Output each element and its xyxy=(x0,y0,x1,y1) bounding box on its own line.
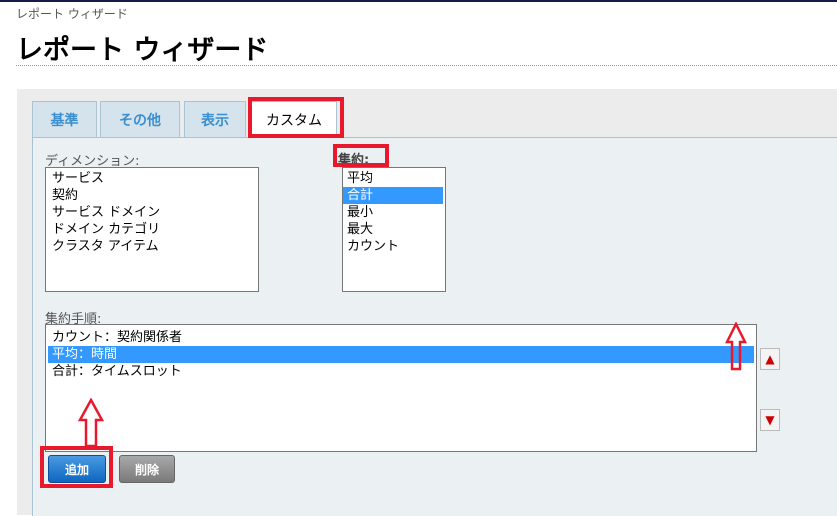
tab-criteria[interactable]: 基準 xyxy=(32,101,97,137)
divider xyxy=(16,65,837,66)
list-item[interactable]: カウント xyxy=(343,238,445,255)
list-item[interactable]: 最大 xyxy=(343,221,445,238)
annotation-arrow-icon xyxy=(724,322,748,371)
move-down-button[interactable]: ▼ xyxy=(760,409,780,431)
list-item-selected[interactable]: 平均：時間 xyxy=(48,346,754,363)
arrow-up-icon: ▲ xyxy=(765,352,775,366)
arrow-down-icon: ▼ xyxy=(765,413,775,427)
list-item[interactable]: 平均 xyxy=(343,170,445,187)
highlight-box xyxy=(40,446,113,488)
list-item[interactable]: サービス xyxy=(46,170,258,187)
list-item-selected[interactable]: 合計 xyxy=(343,187,443,204)
list-item[interactable]: クラスタ アイテム xyxy=(46,238,258,255)
breadcrumb: レポート ウィザード xyxy=(16,7,128,21)
highlight-box xyxy=(248,97,344,138)
highlight-box xyxy=(333,144,389,167)
aggregate-listbox[interactable]: 平均 合計 最小 最大 カウント xyxy=(342,167,446,292)
tab-other[interactable]: その他 xyxy=(100,101,180,137)
list-item[interactable]: ドメイン カテゴリ xyxy=(46,221,258,238)
annotation-arrow-icon xyxy=(77,398,105,448)
list-item[interactable]: サービス ドメイン xyxy=(46,204,258,221)
list-item[interactable]: 契約 xyxy=(46,187,258,204)
page-title: レポート ウィザード xyxy=(16,35,269,66)
procedure-listbox[interactable]: カウント：契約関係者 平均：時間 合計：タイムスロット xyxy=(45,324,757,452)
list-item[interactable]: 合計：タイムスロット xyxy=(48,363,754,380)
top-bar xyxy=(0,0,837,2)
dimension-listbox[interactable]: サービス 契約 サービス ドメイン ドメイン カテゴリ クラスタ アイテム xyxy=(45,167,259,292)
delete-button[interactable]: 削除 xyxy=(119,455,175,483)
tab-display[interactable]: 表示 xyxy=(184,101,246,137)
list-item[interactable]: 最小 xyxy=(343,204,445,221)
list-item[interactable]: カウント：契約関係者 xyxy=(48,329,754,346)
move-up-button[interactable]: ▲ xyxy=(760,348,780,370)
